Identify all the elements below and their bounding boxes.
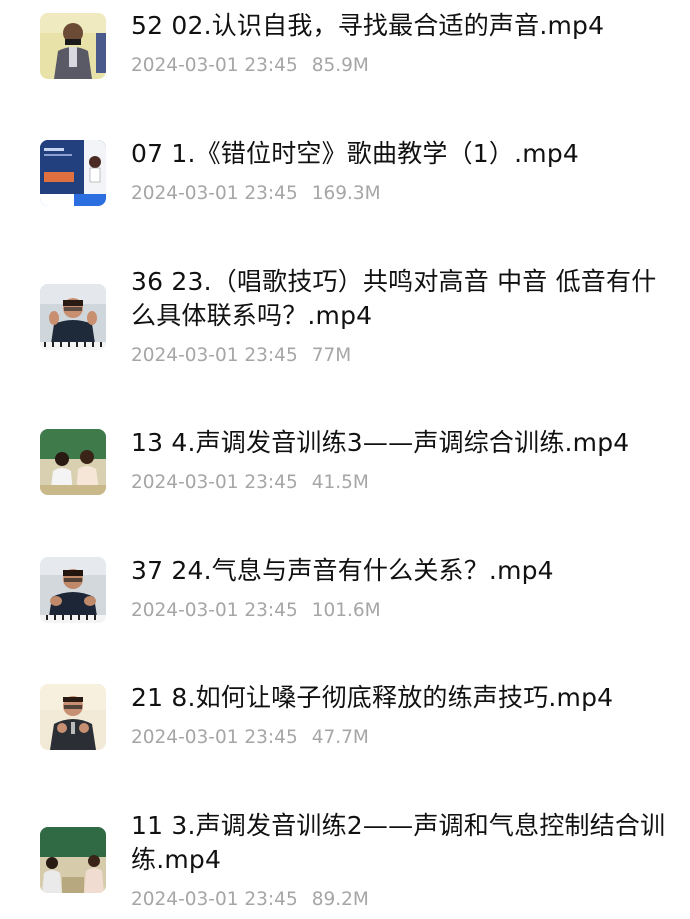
file-date: 2024-03-01 23:45: [131, 55, 298, 76]
file-date: 2024-03-01 23:45: [131, 727, 298, 748]
file-name: 07 1.《错位时空》歌曲教学（1）.mp4: [131, 139, 579, 168]
video-thumbnail-icon[interactable]: [40, 140, 106, 206]
file-date: 2024-03-01 23:45: [131, 889, 298, 910]
file-size: 41.5M: [311, 472, 369, 493]
video-thumbnail-icon[interactable]: [40, 684, 106, 750]
file-size: 101.6M: [311, 600, 381, 621]
file-meta: 2024-03-01 23:45 101.6M: [131, 600, 671, 622]
file-meta: 2024-03-01 23:45 169.3M: [131, 183, 671, 205]
file-name: 36 23.（唱歌技巧）共鸣对高音 中音 低音有什么具体联系吗？.mp4: [131, 267, 657, 330]
video-thumbnail-icon[interactable]: [40, 557, 106, 623]
video-file-list: 52 02.认识自我，寻找最合适的声音.mp4 2024-03-01 23:45…: [0, 0, 690, 919]
video-thumbnail-icon[interactable]: [40, 13, 106, 79]
file-name: 52 02.认识自我，寻找最合适的声音.mp4: [131, 11, 605, 40]
file-size: 47.7M: [311, 727, 369, 748]
file-size: 77M: [311, 345, 352, 366]
video-thumbnail-icon[interactable]: [40, 284, 106, 350]
file-date: 2024-03-01 23:45: [131, 345, 298, 366]
file-size: 85.9M: [311, 55, 369, 76]
file-meta: 2024-03-01 23:45 85.9M: [131, 55, 671, 77]
file-date: 2024-03-01 23:45: [131, 472, 298, 493]
file-date: 2024-03-01 23:45: [131, 183, 298, 204]
file-name: 11 3.声调发音训练2——声调和气息控制结合训练.mp4: [131, 811, 666, 874]
file-meta: 2024-03-01 23:45 47.7M: [131, 727, 671, 749]
file-size: 89.2M: [311, 889, 369, 910]
file-name: 37 24.气息与声音有什么关系？.mp4: [131, 556, 554, 585]
file-meta: 2024-03-01 23:45 89.2M: [131, 889, 671, 911]
file-name: 13 4.声调发音训练3——声调综合训练.mp4: [131, 428, 630, 457]
file-meta: 2024-03-01 23:45 41.5M: [131, 472, 671, 494]
video-thumbnail-icon[interactable]: [40, 827, 106, 893]
file-name: 21 8.如何让嗓子彻底释放的练声技巧.mp4: [131, 683, 614, 712]
file-date: 2024-03-01 23:45: [131, 600, 298, 621]
file-meta: 2024-03-01 23:45 77M: [131, 345, 671, 367]
file-size: 169.3M: [311, 183, 381, 204]
video-thumbnail-icon[interactable]: [40, 429, 106, 495]
